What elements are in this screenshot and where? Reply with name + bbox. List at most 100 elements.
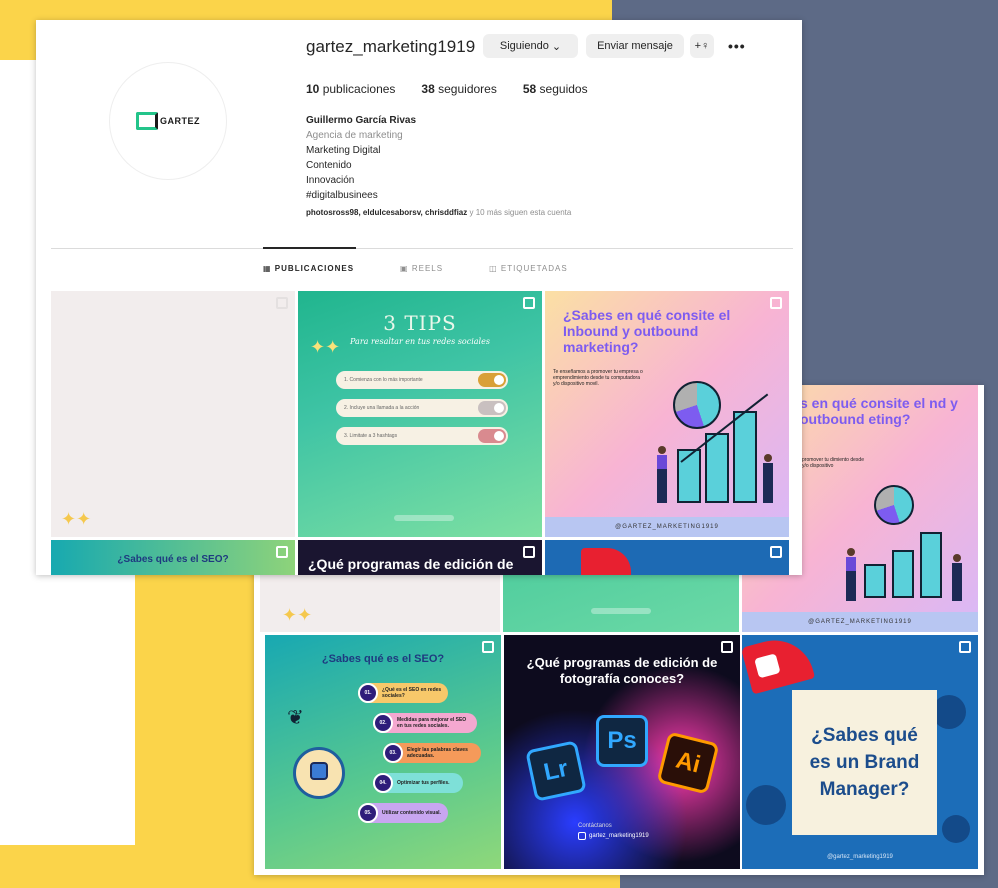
programs-handle: gartez_marketing1919 [578, 832, 649, 840]
following-button[interactable]: Siguiendo ⌄ [483, 34, 578, 58]
person-illustration [846, 548, 856, 601]
bio-line: Marketing Digital [306, 145, 381, 156]
background-white-block [0, 560, 135, 845]
toggle-icon [478, 373, 506, 387]
post-tile-brand-manager[interactable]: ¿Sabes qué es un Brand Manager? @gartez_… [742, 635, 978, 869]
profile-bio: Guillermo García Rivas Agencia de market… [306, 113, 416, 203]
post-tile-programs-cropped[interactable]: ¿Qué programas de edición de [298, 540, 542, 575]
programs-title-cropped: ¿Qué programas de edición de [308, 556, 514, 572]
post-tile-seo-cropped[interactable]: ¿Sabes qué es el SEO? [51, 540, 295, 575]
bar-illustration [920, 532, 942, 598]
pie-chart-illustration [874, 485, 914, 525]
more-icon: ••• [728, 38, 746, 54]
carousel-icon [721, 641, 733, 653]
instagram-icon [578, 832, 586, 840]
bar-illustration [705, 433, 729, 503]
megaphone-icon [581, 548, 631, 575]
decor-circle [942, 815, 970, 843]
tab-publicaciones[interactable]: ▦ PUBLICACIONES [263, 264, 354, 273]
carousel-icon [770, 546, 782, 558]
add-user-button[interactable]: +♀ [690, 34, 714, 58]
post-tile-blank[interactable]: ✦✦ [51, 291, 295, 537]
brand-manager-title: ¿Sabes qué es un Brand Manager? [792, 690, 937, 835]
tabs-divider [51, 248, 793, 249]
add-user-icon: +♀ [694, 40, 710, 52]
programs-title: ¿Qué programas de edición de fotografía … [526, 655, 718, 686]
megaphone-icon [742, 635, 816, 695]
inbound-text: Te enseñamos a promover tu empresa o emp… [553, 369, 643, 387]
tab-etiquetadas[interactable]: ◫ ETIQUETADAS [489, 264, 568, 273]
post-tile-inbound[interactable]: ¿Sabes en qué consite el Inbound y outbo… [545, 291, 789, 537]
seo-title: ¿Sabes qué es el SEO? [321, 653, 445, 665]
decor-circle [746, 785, 786, 825]
reels-icon: ▣ [400, 264, 409, 273]
seo-item: 02. Medidas para mejorar el SEO en tus re… [373, 713, 477, 733]
followed-by[interactable]: photosross98, eldulcesaborsv, chrisddfia… [306, 208, 571, 217]
inbound-footer: @GARTEZ_MARKETING1919 [545, 517, 789, 537]
tips-title: 3 TIPS [383, 311, 457, 335]
post-tile-3-tips[interactable]: 3 TIPS Para resaltar en tus redes social… [298, 291, 542, 537]
carousel-icon [523, 546, 535, 558]
profile-stats: 10 publicaciones 38 seguidores 58 seguid… [306, 82, 588, 96]
gartez-logo: GARTEZ [136, 112, 200, 130]
post-tile-seo[interactable]: ¿Sabes qué es el SEO? ❦ 01. ¿Qué es el SE… [265, 635, 501, 869]
instagram-profile-screenshot: GARTEZ gartez_marketing1919 Siguiendo ⌄ … [36, 20, 802, 575]
inbound-text-cropped: promover tu dimiento desde y/o dispositi… [802, 457, 864, 469]
followers-link[interactable]: 38 seguidores [421, 82, 496, 96]
bar-illustration [892, 550, 914, 598]
following-link[interactable]: 58 seguidos [523, 82, 588, 96]
bio-line: Contenido [306, 160, 352, 171]
toggle-icon [478, 429, 506, 443]
decor-circle [932, 695, 966, 729]
person-illustration [657, 446, 667, 503]
profile-tabs: ▦ PUBLICACIONES ▣ REELS ◫ ETIQUETADAS [263, 264, 568, 273]
programs-contact-label: Contáctanos [578, 823, 612, 829]
tip-item: 3. Limitate a 3 hashtags [336, 427, 508, 445]
seo-magnifier-illustration [293, 747, 345, 799]
chevron-down-icon: ⌄ [551, 40, 562, 53]
avatar[interactable]: GARTEZ [109, 62, 227, 180]
tip-item: 1. Comienza con lo más importante [336, 371, 508, 389]
bio-category: Agencia de marketing [306, 130, 403, 141]
carousel-icon [523, 297, 535, 309]
more-options-button[interactable]: ••• [728, 34, 746, 58]
inbound-title-cropped: s en qué consite el nd y outbound eting? [800, 395, 958, 427]
leaf-icon: ❦ [287, 707, 304, 729]
sparkle-icon: ✦✦ [310, 337, 341, 357]
tip-item: 2. Incluye una llamada a la acción [336, 399, 508, 417]
sparkle-icon: ✦✦ [282, 605, 313, 625]
photoshop-icon: Ps [596, 715, 648, 767]
posts-count: 10 publicaciones [306, 82, 396, 96]
inbound-title: ¿Sabes en qué consite el Inbound y outbo… [563, 307, 731, 355]
post-tile-brand-cropped[interactable] [545, 540, 789, 575]
toggle-icon [478, 401, 506, 415]
bar-illustration [677, 449, 701, 503]
carousel-icon [276, 546, 288, 558]
seo-item: 04. Optimizar tus perfiles. [373, 773, 463, 793]
send-message-button[interactable]: Enviar mensaje [586, 34, 684, 58]
seo-item: 05. Utilizar contenido visual. [358, 803, 448, 823]
carousel-icon [959, 641, 971, 653]
tile-label-bar [394, 515, 454, 521]
grid-icon: ▦ [263, 264, 272, 273]
profile-username: gartez_marketing1919 [306, 37, 476, 56]
active-tab-indicator [263, 247, 356, 249]
tagged-icon: ◫ [489, 264, 498, 273]
logo-mark-icon [136, 112, 158, 130]
seo-item: 01. ¿Qué es el SEO en redes sociales? [358, 683, 448, 703]
inbound-footer: @GARTEZ_MARKETING1919 [742, 612, 978, 632]
lightroom-icon: Lr [525, 740, 587, 802]
post-tile-photo-programs[interactable]: ¿Qué programas de edición de fotografía … [504, 635, 740, 869]
sparkle-icon: ✦✦ [61, 509, 92, 529]
tab-reels[interactable]: ▣ REELS [400, 264, 443, 273]
seo-title-cropped: ¿Sabes qué es el SEO? [117, 554, 229, 565]
seo-item: 03. Elegir las palabras claves adecuadas. [383, 743, 481, 763]
person-illustration [763, 454, 773, 503]
bio-hashtag[interactable]: #digitalbusinees [306, 188, 416, 203]
bar-illustration [864, 564, 886, 598]
brand-handle: @gartez_marketing1919 [827, 854, 893, 860]
pie-chart-illustration [673, 381, 721, 429]
bio-line: Innovación [306, 175, 355, 186]
illustrator-icon: Ai [656, 731, 720, 795]
carousel-icon [482, 641, 494, 653]
